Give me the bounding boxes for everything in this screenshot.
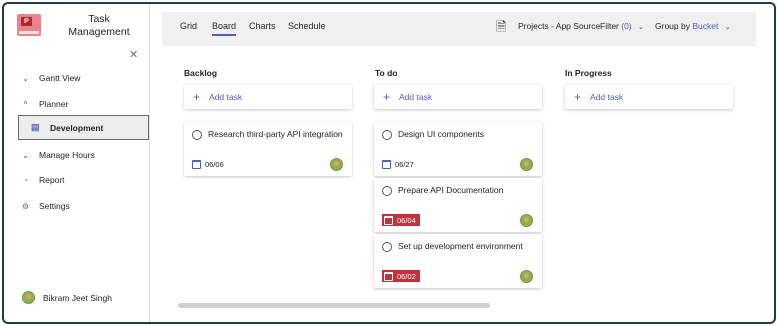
document-icon[interactable]: 🗎 [496, 18, 506, 40]
calendar-icon [384, 271, 393, 281]
sidebar-item-gantt-view[interactable]: ⌄ Gantt View [20, 70, 80, 86]
plan-selector[interactable]: Projects - App Source [518, 21, 600, 31]
chevron-down-icon: ⌄ [22, 150, 29, 160]
due-date-badge: 06/02 [382, 270, 420, 282]
complete-task-checkbox[interactable] [382, 130, 392, 140]
task-title: Design UI components [398, 129, 484, 139]
due-date-badge: 06/27 [382, 158, 417, 170]
add-task-button[interactable]: + Add task [184, 85, 352, 109]
chevron-down-icon: ⌄ [22, 73, 29, 83]
calendar-icon [382, 159, 391, 169]
group-by-button[interactable]: Group by Bucket ⌄ [655, 21, 731, 31]
add-task-button[interactable]: + Add task [374, 85, 542, 109]
complete-task-checkbox[interactable] [192, 130, 202, 140]
sidebar-item-settings[interactable]: ⚙ Settings [20, 198, 70, 214]
bucket-title: To do [375, 68, 398, 78]
user-name: Bikram Jeet Singh [43, 292, 112, 303]
due-date-badge: 06/06 [192, 158, 227, 170]
horizontal-scrollbar[interactable] [178, 303, 490, 308]
task-card[interactable]: Design UI components 06/27 [374, 122, 542, 176]
sidebar: P Task Management ✕ ⌄ Gantt View ^ Plann… [4, 4, 150, 322]
task-card[interactable]: Prepare API Documentation 06/04 [374, 178, 542, 232]
sidebar-item-manage-hours[interactable]: ⌄ Manage Hours [20, 147, 95, 163]
tab-grid[interactable]: Grid [180, 21, 197, 31]
sidebar-item-development[interactable]: ▤ Development [18, 115, 149, 140]
board-icon: ▤ [31, 122, 40, 132]
tab-charts[interactable]: Charts [249, 21, 276, 31]
bucket-title: Backlog [184, 68, 218, 78]
app-logo-icon: P [17, 14, 41, 36]
due-date-badge: 06/04 [382, 214, 420, 226]
avatar [22, 291, 35, 304]
tab-schedule[interactable]: Schedule [288, 21, 326, 31]
plus-icon: + [193, 90, 201, 104]
complete-task-checkbox[interactable] [382, 186, 392, 196]
assignee-avatar[interactable] [520, 158, 533, 171]
report-icon: ◔ [23, 175, 28, 185]
view-toolbar: Grid Board Charts Schedule 🗎 Projects - … [162, 12, 756, 46]
assignee-avatar[interactable] [520, 270, 533, 283]
calendar-icon [192, 159, 201, 169]
user-profile[interactable]: Bikram Jeet Singh [22, 291, 112, 304]
task-card[interactable]: Research third-party API integration 06/… [184, 122, 352, 176]
filter-button[interactable]: Filter (0) ⌄ [600, 21, 644, 31]
sidebar-item-planner[interactable]: ^ Planner [20, 96, 69, 112]
app-window: P Task Management ✕ ⌄ Gantt View ^ Plann… [2, 2, 776, 324]
sidebar-item-report[interactable]: ◔ Report [20, 172, 64, 188]
assignee-avatar[interactable] [330, 158, 343, 171]
chevron-down-icon: ⌄ [638, 24, 644, 31]
calendar-icon [384, 215, 393, 225]
assignee-avatar[interactable] [520, 214, 533, 227]
chevron-down-icon: ⌄ [724, 24, 731, 31]
task-title: Research third-party API integration [208, 129, 343, 139]
tab-board[interactable]: Board [212, 21, 237, 36]
task-title: Set up development environment [398, 241, 523, 251]
plus-icon: + [383, 90, 391, 104]
app-title: Task Management [68, 13, 130, 38]
bucket-title: In Progress [565, 68, 612, 78]
chevron-up-icon: ^ [23, 99, 28, 109]
add-task-button[interactable]: + Add task [565, 85, 733, 109]
close-icon[interactable]: ✕ [129, 48, 138, 61]
gear-icon: ⚙ [21, 201, 30, 211]
task-title: Prepare API Documentation [398, 185, 504, 195]
complete-task-checkbox[interactable] [382, 242, 392, 252]
plus-icon: + [574, 90, 582, 104]
task-card[interactable]: Set up development environment 06/02 [374, 234, 542, 288]
